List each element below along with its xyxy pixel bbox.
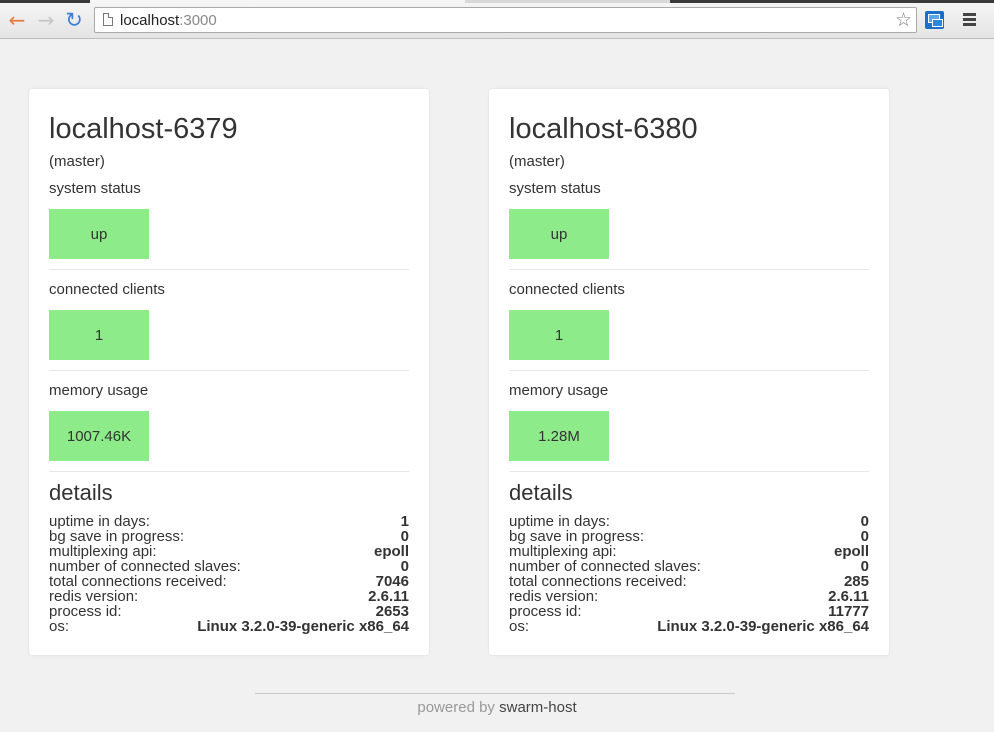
details-value: 0: [400, 528, 409, 545]
memory-usage-badge: 1.28M: [509, 411, 609, 461]
server-name: localhost-6379: [49, 113, 238, 145]
details-row: process id: 2653: [49, 604, 409, 619]
details-key: bg save in progress:: [509, 528, 645, 545]
details-row: os: Linux 3.2.0-39-generic x86_64: [509, 619, 869, 634]
details-value: 285: [843, 573, 869, 590]
system-status-label: system status: [509, 180, 601, 197]
details-row: uptime in days: 1: [49, 514, 409, 529]
footer-divider: [255, 693, 735, 694]
details-value: Linux 3.2.0-39-generic x86_64: [197, 618, 409, 635]
details-key: os:: [49, 618, 70, 635]
divider: [509, 370, 869, 371]
url-text[interactable]: localhost:3000: [120, 12, 217, 29]
details-row: total connections received: 285: [509, 574, 869, 589]
connected-clients-label: connected clients: [509, 281, 625, 298]
tab-strip-edge: [465, 0, 670, 3]
details-row: redis version: 2.6.11: [49, 589, 409, 604]
system-status-badge: up: [509, 209, 609, 259]
details-value: 0: [860, 528, 869, 545]
details-value: epoll: [833, 543, 869, 560]
divider: [509, 269, 869, 270]
hamburger-menu-icon[interactable]: [963, 13, 976, 26]
details-value: 2.6.11: [828, 588, 869, 605]
url-port: :3000: [179, 12, 217, 29]
server-name: localhost-6380: [509, 113, 698, 145]
memory-usage-label: memory usage: [509, 382, 609, 399]
details-row: number of connected slaves: 0: [49, 559, 409, 574]
details-value: 2.6.11: [368, 588, 409, 605]
details-row: bg save in progress: 0: [49, 529, 409, 544]
connected-clients-badge: 1: [49, 310, 149, 360]
server-panel: localhost-6380 (master) system status up…: [489, 89, 889, 655]
details-key: number of connected slaves:: [509, 558, 701, 575]
details-key: redis version:: [49, 588, 139, 605]
divider: [509, 471, 869, 472]
divider: [49, 471, 409, 472]
details-row: number of connected slaves: 0: [509, 559, 869, 574]
details-list: uptime in days: 1 bg save in progress: 0 m…: [49, 514, 409, 634]
page-icon: [103, 13, 113, 26]
url-host: localhost: [120, 12, 180, 29]
details-value: 0: [860, 558, 869, 575]
details-key: process id:: [509, 603, 582, 620]
details-row: bg save in progress: 0: [509, 529, 869, 544]
divider: [49, 370, 409, 371]
details-value: 7046: [375, 573, 409, 590]
details-row: multiplexing api: epoll: [49, 544, 409, 559]
footer: powered by swarm-host: [0, 699, 994, 716]
details-key: uptime in days:: [49, 513, 150, 530]
details-key: total connections received:: [509, 573, 687, 590]
details-value: 11777: [828, 603, 869, 620]
divider: [49, 269, 409, 270]
details-row: uptime in days: 0: [509, 514, 869, 529]
footer-brand-link[interactable]: swarm-host: [499, 699, 577, 716]
details-key: process id:: [49, 603, 122, 620]
details-key: bg save in progress:: [49, 528, 185, 545]
memory-usage-badge: 1007.46K: [49, 411, 149, 461]
browser-toolbar: ← → ↻ localhost:3000 ☆: [0, 0, 994, 39]
details-value: 0: [400, 558, 409, 575]
reload-icon[interactable]: ↻: [63, 9, 85, 31]
connected-clients-badge: 1: [509, 310, 609, 360]
details-list: uptime in days: 0 bg save in progress: 0 m…: [509, 514, 869, 634]
details-key: multiplexing api:: [49, 543, 157, 560]
details-key: total connections received:: [49, 573, 227, 590]
details-row: process id: 11777: [509, 604, 869, 619]
star-icon[interactable]: ☆: [895, 9, 912, 31]
details-key: multiplexing api:: [509, 543, 617, 560]
tab-strip-edge: [0, 0, 90, 3]
details-row: multiplexing api: epoll: [509, 544, 869, 559]
details-key: number of connected slaves:: [49, 558, 241, 575]
server-panel: localhost-6379 (master) system status up…: [29, 89, 429, 655]
details-value: 2653: [375, 603, 409, 620]
details-heading: details: [49, 480, 113, 505]
details-key: redis version:: [509, 588, 599, 605]
footer-prefix: powered by: [417, 699, 495, 716]
address-bar[interactable]: localhost:3000 ☆: [94, 7, 917, 33]
details-row: redis version: 2.6.11: [509, 589, 869, 604]
back-arrow-icon[interactable]: ←: [6, 9, 28, 31]
details-value: epoll: [373, 543, 409, 560]
details-value: Linux 3.2.0-39-generic x86_64: [657, 618, 869, 635]
tab-strip-edge: [670, 0, 994, 3]
details-key: os:: [509, 618, 530, 635]
system-status-badge: up: [49, 209, 149, 259]
details-value: 0: [860, 513, 869, 530]
system-status-label: system status: [49, 180, 141, 197]
extension-icon[interactable]: [925, 11, 944, 29]
memory-usage-label: memory usage: [49, 382, 149, 399]
details-key: uptime in days:: [509, 513, 610, 530]
details-row: total connections received: 7046: [49, 574, 409, 589]
connected-clients-label: connected clients: [49, 281, 165, 298]
server-role: (master): [49, 153, 105, 170]
server-role: (master): [509, 153, 565, 170]
forward-arrow-icon[interactable]: →: [35, 9, 57, 31]
details-value: 1: [400, 513, 409, 530]
details-row: os: Linux 3.2.0-39-generic x86_64: [49, 619, 409, 634]
details-heading: details: [509, 480, 573, 505]
